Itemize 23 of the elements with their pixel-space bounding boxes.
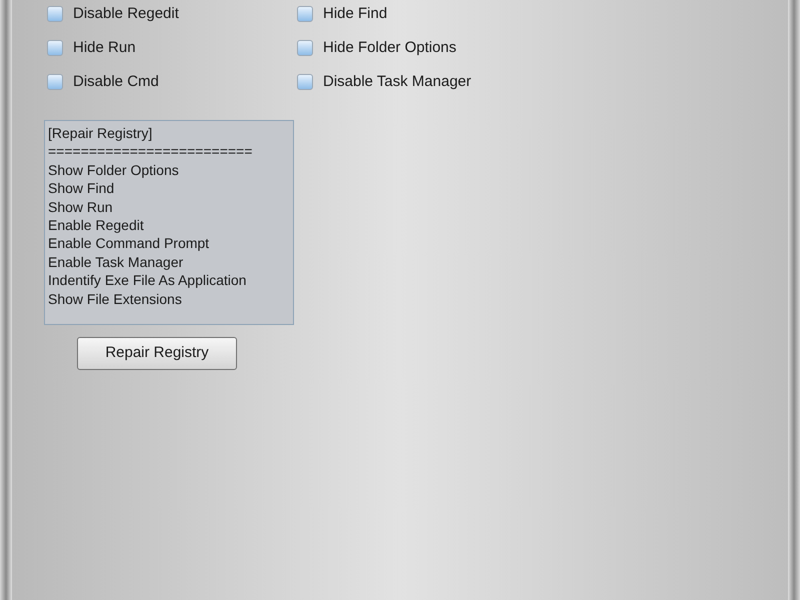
list-line: Enable Regedit [48,216,145,234]
list-line: Show Folder Options [48,160,180,180]
option-checkbox[interactable]: Disable Task Manager [297,72,472,92]
checkbox-icon [297,74,313,90]
option-checkbox[interactable]: Disable Regedit [47,4,179,24]
option-checkbox[interactable]: Hide Find [297,4,388,24]
checkbox-icon [47,74,63,90]
checkbox-icon [47,40,63,56]
option-checkbox[interactable]: Hide Run [47,38,136,58]
list-line: Enable Task Manager [48,252,184,272]
list-line: Show File Extensions [48,290,183,308]
list-line: Indentify Exe File As Application [48,271,248,290]
list-line: [Repair Registry] [48,124,154,142]
option-checkbox[interactable]: Disable Cmd [47,72,159,92]
list-line: Enable Command Prompt [48,234,210,253]
list-line: Show Find [48,179,116,198]
checkbox-icon [297,40,313,56]
list-line: ========================= [48,142,254,161]
list-line: Show Run [48,198,114,216]
checkbox-icon [297,6,313,22]
checkbox-icon [47,6,63,22]
option-checkbox[interactable]: Hide Folder Options [297,38,456,58]
repair-registry-button[interactable]: Repair Registry [77,337,237,370]
